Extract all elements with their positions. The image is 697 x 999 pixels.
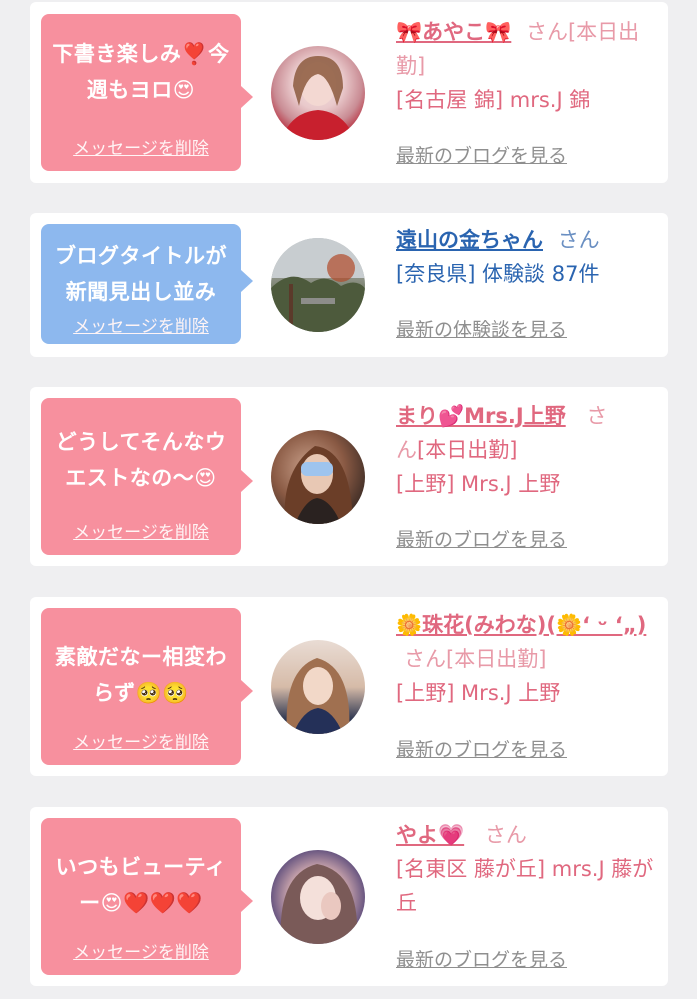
avatar[interactable]	[271, 430, 365, 524]
message-text: 素敵だなー相変わらず🥺🥺	[55, 645, 227, 705]
latest-blog-link[interactable]: 最新のブログを見る	[396, 735, 567, 762]
avatar[interactable]	[271, 238, 365, 332]
status-label: [本日出勤]	[446, 647, 547, 671]
message-bubble: 下書き楽しみ❣️今週もヨロ😍 メッセージを削除	[41, 14, 253, 171]
delete-message-link[interactable]: メッセージを削除	[41, 134, 241, 159]
location-text: [奈良県] 体験談 87件	[396, 262, 600, 286]
delete-message-link[interactable]: メッセージを削除	[41, 728, 241, 753]
avatar[interactable]	[271, 640, 365, 734]
message-bubble: どうしてそんなウエストなの〜😍 メッセージを削除	[41, 398, 253, 555]
message-bubble: ブログタイトルが新聞見出し並み メッセージを削除	[41, 224, 253, 344]
user-info: 🌼珠花(みわな)(🌼‘ ᵕ ‘„) さん[本日出勤] [上野] Mrs.J 上野	[396, 608, 662, 710]
message-bubble: 素敵だなー相変わらず🥺🥺 メッセージを削除	[41, 608, 253, 765]
message-text: いつもビューティー😍❤️❤️❤️	[55, 855, 227, 915]
delete-message-link[interactable]: メッセージを削除	[41, 518, 241, 543]
user-info: 🎀あやこ🎀 さん[本日出勤] [名古屋 錦] mrs.J 錦	[396, 15, 662, 117]
location-text: [上野] Mrs.J 上野	[396, 472, 561, 496]
location-text: [名東区 藤が丘] mrs.J 藤が丘	[396, 857, 654, 915]
delete-message-link[interactable]: メッセージを削除	[41, 938, 241, 963]
user-name-link[interactable]: やよ💗	[396, 823, 464, 847]
message-card: 素敵だなー相変わらず🥺🥺 メッセージを削除 🌼珠花(みわな)(🌼‘ ᵕ ‘„) …	[30, 597, 668, 776]
avatar[interactable]	[271, 46, 365, 140]
user-name-link[interactable]: 🌼珠花(みわな)(🌼‘ ᵕ ‘„)	[396, 613, 646, 637]
location-text: [上野] Mrs.J 上野	[396, 681, 561, 705]
avatar[interactable]	[271, 850, 365, 944]
user-name-link[interactable]: まり💕Mrs.J上野	[396, 404, 566, 428]
honorific-rest: ん	[396, 438, 417, 462]
honorific: さん	[404, 647, 446, 671]
user-name-link[interactable]: 🎀あやこ🎀	[396, 20, 511, 44]
message-card: 下書き楽しみ❣️今週もヨロ😍 メッセージを削除 🎀あやこ🎀 さん[本日出勤] […	[30, 2, 668, 183]
message-text: どうしてそんなウエストなの〜😍	[55, 430, 227, 490]
message-bubble: いつもビューティー😍❤️❤️❤️ メッセージを削除	[41, 818, 253, 975]
message-card: どうしてそんなウエストなの〜😍 メッセージを削除 まり💕Mrs.J上野 さ ん[…	[30, 387, 668, 566]
message-card: いつもビューティー😍❤️❤️❤️ メッセージを削除 やよ💗 さん [名東区 藤が…	[30, 807, 668, 986]
message-text: ブログタイトルが新聞見出し並み	[55, 244, 227, 304]
status-label: [本日出勤]	[417, 438, 518, 462]
message-text: 下書き楽しみ❣️今週もヨロ😍	[52, 42, 230, 102]
honorific: さん	[525, 20, 568, 44]
latest-blog-link[interactable]: 最新のブログを見る	[396, 525, 567, 552]
user-info: やよ💗 さん [名東区 藤が丘] mrs.J 藤が丘	[396, 818, 662, 920]
user-name-link[interactable]: 遠山の金ちゃん	[396, 228, 543, 252]
honorific: さ	[586, 404, 608, 428]
latest-review-link[interactable]: 最新の体験談を見る	[396, 315, 567, 342]
latest-blog-link[interactable]: 最新のブログを見る	[396, 141, 567, 168]
delete-message-link[interactable]: メッセージを削除	[41, 312, 241, 337]
user-info: 遠山の金ちゃん さん [奈良県] 体験談 87件	[396, 223, 662, 291]
latest-blog-link[interactable]: 最新のブログを見る	[396, 945, 567, 972]
honorific: さん	[557, 228, 600, 252]
honorific: さん	[484, 823, 527, 847]
message-card: ブログタイトルが新聞見出し並み メッセージを削除 遠山の金ちゃん さん [奈良県…	[30, 213, 668, 357]
location-text: [名古屋 錦] mrs.J 錦	[396, 88, 591, 112]
user-info: まり💕Mrs.J上野 さ ん[本日出勤] [上野] Mrs.J 上野	[396, 399, 662, 501]
